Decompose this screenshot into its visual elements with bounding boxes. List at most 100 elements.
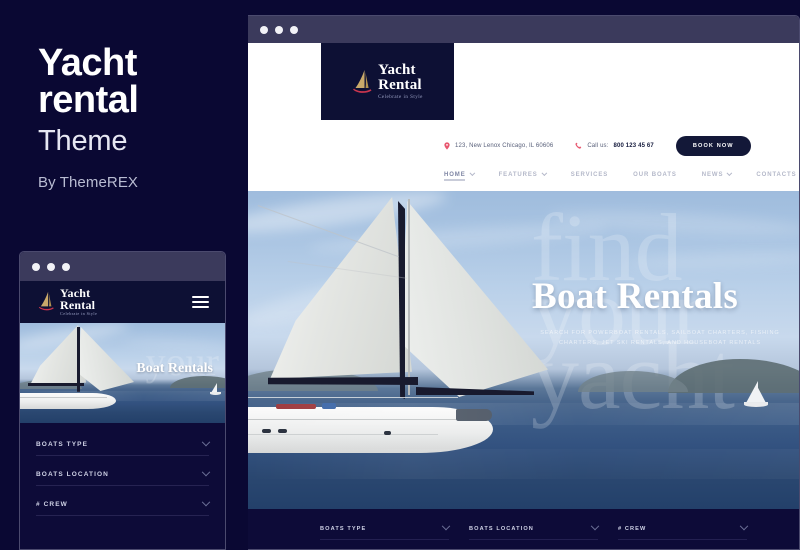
hero-heading: Boat Rentals bbox=[532, 276, 739, 317]
phone-icon bbox=[575, 142, 582, 149]
sailboat-icon bbox=[353, 69, 372, 93]
sailboat-icon bbox=[38, 292, 54, 311]
address-text: 123, New Lenox Chicago, IL 60606 bbox=[455, 143, 554, 149]
boom bbox=[268, 377, 418, 385]
search-label-boats-type: BOATS TYPE bbox=[320, 525, 367, 532]
chevron-down-icon bbox=[739, 521, 749, 530]
chevron-down-icon bbox=[541, 169, 547, 176]
promo-byline: By ThemeREX bbox=[38, 174, 139, 192]
phone-label: Call us: bbox=[587, 143, 609, 149]
mobile-site-logo[interactable]: Yacht Rental Celebrate in Style bbox=[38, 287, 97, 316]
window-dot-2[interactable] bbox=[47, 262, 55, 271]
hero-subtitle: SEARCH FOR POWERBOAT RENTALS, SAILBOAT C… bbox=[540, 330, 780, 347]
search-label-crew: # CREW bbox=[618, 525, 647, 532]
desktop-viewport: Yacht Rental Celebrate in Style 123, New… bbox=[248, 43, 799, 549]
logo-line-1: Yacht bbox=[378, 62, 416, 78]
phone-item: Call us: 800 123 45 67 bbox=[575, 142, 654, 150]
mobile-viewport: Yacht Rental Celebrate in Style your Boa… bbox=[20, 281, 225, 549]
chevron-down-icon bbox=[726, 169, 733, 176]
mobile-site-header: Yacht Rental Celebrate in Style bbox=[20, 281, 225, 323]
mobile-browser-chrome bbox=[20, 252, 225, 281]
porthole bbox=[384, 431, 391, 435]
hamburger-bar bbox=[192, 306, 209, 308]
distant-headland bbox=[578, 371, 688, 392]
search-label-boats-location: BOATS LOCATION bbox=[469, 525, 534, 532]
water-shimmer bbox=[248, 403, 799, 425]
mobile-hero-banner: your Boat Rentals bbox=[20, 323, 225, 423]
window-dot-3[interactable] bbox=[290, 25, 298, 34]
chevron-down-icon bbox=[201, 437, 211, 446]
mobile-search-field-crew[interactable]: # CREW bbox=[36, 497, 211, 516]
mobile-boat-search: BOATS TYPE BOATS LOCATION # CREW bbox=[20, 423, 225, 537]
water-shimmer bbox=[248, 449, 799, 479]
mast bbox=[408, 199, 410, 395]
mobile-logo-line-2: Rental bbox=[60, 298, 96, 313]
main-navigation: HOME FEATURES SERVICES OUR BOATS NEWS CO… bbox=[444, 163, 796, 189]
mobile-browser-mockup: Yacht Rental Celebrate in Style your Boa… bbox=[19, 251, 226, 550]
porthole bbox=[262, 429, 271, 433]
window-dot-3[interactable] bbox=[62, 262, 70, 271]
nav-label-features: FEATURES bbox=[498, 171, 538, 178]
site-logo[interactable]: Yacht Rental Celebrate in Style bbox=[321, 43, 454, 120]
mobile-search-label-boats-type: BOATS TYPE bbox=[36, 441, 89, 448]
chevron-down-icon bbox=[201, 467, 211, 476]
mobile-search-label-boats-location: BOATS LOCATION bbox=[36, 471, 109, 478]
nav-item-our-boats[interactable]: OUR BOATS bbox=[633, 172, 677, 181]
address-item: 123, New Lenox Chicago, IL 60606 bbox=[444, 142, 553, 150]
water-shimmer bbox=[20, 391, 225, 401]
chevron-down-icon bbox=[201, 497, 211, 506]
mobile-search-field-boats-location[interactable]: BOATS LOCATION bbox=[36, 467, 211, 486]
mobile-logo-text: Yacht Rental Celebrate in Style bbox=[60, 287, 97, 316]
nav-item-services[interactable]: SERVICES bbox=[571, 172, 608, 181]
nav-item-contacts[interactable]: CONTACTS bbox=[756, 172, 796, 181]
headsail bbox=[78, 327, 134, 391]
mobile-logo-tagline: Celebrate in Style bbox=[60, 311, 98, 317]
chevron-down-icon bbox=[590, 521, 600, 530]
desktop-browser-chrome bbox=[248, 16, 799, 43]
promo-title-line-2: rental bbox=[38, 79, 139, 122]
contact-bar: 123, New Lenox Chicago, IL 60606 Call us… bbox=[444, 133, 751, 159]
hero-banner: find your yacht bbox=[248, 191, 799, 509]
site-header: Yacht Rental Celebrate in Style 123, New… bbox=[248, 43, 799, 191]
logo-tagline: Celebrate in Style bbox=[378, 95, 423, 100]
desktop-browser-mockup: Yacht Rental Celebrate in Style 123, New… bbox=[248, 15, 800, 550]
search-field-crew[interactable]: # CREW bbox=[618, 521, 749, 540]
logo-line-2: Rental bbox=[378, 77, 422, 93]
boat-search-bar: BOATS TYPE BOATS LOCATION # CREW bbox=[248, 509, 799, 549]
nav-item-home[interactable]: HOME bbox=[444, 169, 475, 181]
promo-subtitle: Theme bbox=[38, 125, 128, 158]
window-dot-1[interactable] bbox=[260, 25, 268, 34]
window-dot-2[interactable] bbox=[275, 25, 283, 34]
mobile-hero-heading: Boat Rentals bbox=[136, 361, 213, 376]
promo-title-block: Yacht rental Theme By ThemeREX bbox=[38, 42, 238, 192]
promo-title-line-1: Yacht bbox=[38, 42, 137, 84]
cloud-wisp bbox=[627, 249, 799, 271]
boom bbox=[28, 383, 84, 386]
chevron-down-icon bbox=[469, 169, 475, 176]
window-dot-1[interactable] bbox=[32, 262, 40, 271]
promo-panel: Yacht rental Theme By ThemeREX Yacht Ren… bbox=[0, 0, 248, 550]
safety-rail bbox=[248, 397, 458, 398]
search-field-boats-type[interactable]: BOATS TYPE bbox=[320, 521, 451, 540]
cloud-wisp bbox=[547, 206, 799, 240]
book-now-button[interactable]: BOOK NOW bbox=[675, 136, 751, 156]
phone-number[interactable]: 800 123 45 67 bbox=[614, 143, 654, 149]
nav-item-news[interactable]: NEWS bbox=[701, 169, 733, 181]
search-field-boats-location[interactable]: BOATS LOCATION bbox=[469, 521, 600, 540]
hamburger-bar bbox=[192, 296, 209, 298]
nav-item-features[interactable]: FEATURES bbox=[498, 169, 547, 181]
nav-label-contacts: CONTACTS bbox=[756, 171, 797, 178]
distant-jib bbox=[756, 384, 766, 403]
porthole bbox=[278, 429, 287, 433]
mobile-search-field-boats-type[interactable]: BOATS TYPE bbox=[36, 437, 211, 456]
map-pin-icon bbox=[444, 142, 450, 150]
hamburger-menu-icon[interactable] bbox=[192, 296, 209, 308]
chevron-down-icon bbox=[441, 521, 451, 530]
nav-label-home: HOME bbox=[444, 171, 466, 178]
logo-text: Yacht Rental Celebrate in Style bbox=[378, 62, 423, 101]
nav-label-our-boats: OUR BOATS bbox=[633, 171, 677, 178]
nav-label-services: SERVICES bbox=[570, 171, 609, 178]
logo-lockup: Yacht Rental Celebrate in Style bbox=[352, 63, 423, 100]
cloud-wisp bbox=[119, 335, 225, 353]
nav-label-news: NEWS bbox=[701, 171, 724, 178]
